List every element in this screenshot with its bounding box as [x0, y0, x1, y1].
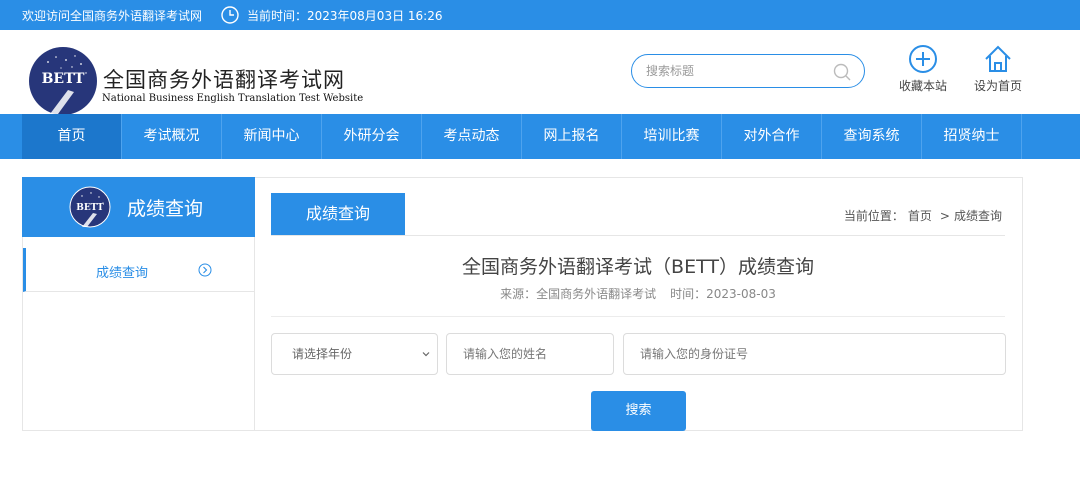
badge-text: BETT: [76, 203, 104, 213]
search-input[interactable]: [646, 63, 826, 79]
nav-item-test-center-news[interactable]: 考点动态: [422, 114, 522, 159]
add-favorite-button[interactable]: 收藏本站: [895, 44, 951, 94]
site-header: BETT 全国商务外语翻译考试网 National Business Engli…: [0, 30, 1080, 116]
logo-text: BETT: [42, 71, 85, 87]
sidebar-item-label: 成绩查询: [96, 266, 149, 281]
set-homepage-label: 设为首页: [973, 79, 1022, 93]
site-subtitle: National Business English Translation Te…: [102, 93, 364, 104]
sidebar-title: 成绩查询: [127, 198, 204, 220]
nav-item-branch[interactable]: 外研分会: [322, 114, 422, 159]
main-content: 成绩查询 当前位置： 首页 > 成绩查询 全国商务外语翻译考试（BETT）成绩查询 来…: [255, 177, 1023, 431]
top-bar: 欢迎访问全国商务外语翻译考试网 当前时间：2023年08月03日 16:26: [0, 0, 1080, 30]
name-input[interactable]: [446, 333, 614, 375]
plus-circle-icon: [909, 45, 937, 73]
nav-item-news[interactable]: 新闻中心: [222, 114, 322, 159]
nav-item-recruitment[interactable]: 招贤纳士: [922, 114, 1022, 159]
breadcrumb-prefix: 当前位置：: [843, 209, 904, 223]
breadcrumb: 当前位置： 首页 > 成绩查询: [844, 207, 1006, 224]
nav-item-training-competition[interactable]: 培训比赛: [622, 114, 722, 159]
id-number-input[interactable]: [623, 333, 1006, 375]
tab-divider: [271, 235, 1005, 236]
year-select[interactable]: 请选择年份: [271, 333, 438, 375]
main-nav: 首页 考试概况 新闻中心 外研分会 考点动态 网上报名 培训比赛 对外合作 查询…: [0, 114, 1080, 159]
bett-logo-icon[interactable]: BETT: [28, 46, 98, 116]
search-icon[interactable]: [831, 61, 853, 83]
search-button[interactable]: 搜索: [591, 391, 686, 431]
breadcrumb-home-link[interactable]: 首页: [908, 209, 932, 223]
page-title: 全国商务外语翻译考试（BETT）成绩查询: [462, 256, 814, 278]
site-title: 全国商务外语翻译考试网: [103, 68, 345, 92]
sidebar-item-score-query[interactable]: 成绩查询: [23, 248, 254, 292]
breadcrumb-current: 成绩查询: [953, 209, 1002, 223]
nav-item-query-system[interactable]: 查询系统: [822, 114, 922, 159]
article-source: 来源：全国商务外语翻译考试: [500, 287, 657, 301]
article-meta: 来源：全国商务外语翻译考试 时间：2023-08-03: [271, 285, 1005, 302]
clock-icon: [221, 6, 239, 24]
chevron-down-icon: [422, 352, 430, 357]
sidebar: BETT 成绩查询 成绩查询: [22, 177, 255, 431]
search-box: [631, 54, 865, 88]
nav-item-exam-overview[interactable]: 考试概况: [122, 114, 222, 159]
set-homepage-button[interactable]: 设为首页: [970, 44, 1026, 94]
nav-item-cooperation[interactable]: 对外合作: [722, 114, 822, 159]
sidebar-header: BETT 成绩查询: [22, 177, 255, 237]
content-tab: 成绩查询: [271, 193, 405, 235]
nav-item-online-registration[interactable]: 网上报名: [522, 114, 622, 159]
bett-badge-icon: BETT: [69, 186, 111, 228]
breadcrumb-separator: >: [939, 209, 950, 223]
home-icon: [985, 45, 1011, 72]
content-divider: [271, 316, 1005, 317]
add-favorite-label: 收藏本站: [898, 79, 947, 93]
year-select-placeholder: 请选择年份: [292, 347, 353, 361]
nav-item-home[interactable]: 首页: [22, 114, 122, 159]
welcome-text: 欢迎访问全国商务外语翻译考试网: [22, 9, 203, 23]
current-time: 当前时间：2023年08月03日 16:26: [247, 9, 443, 23]
chevron-right-circle-icon: [198, 263, 212, 277]
article-time: 时间：2023-08-03: [670, 287, 776, 301]
